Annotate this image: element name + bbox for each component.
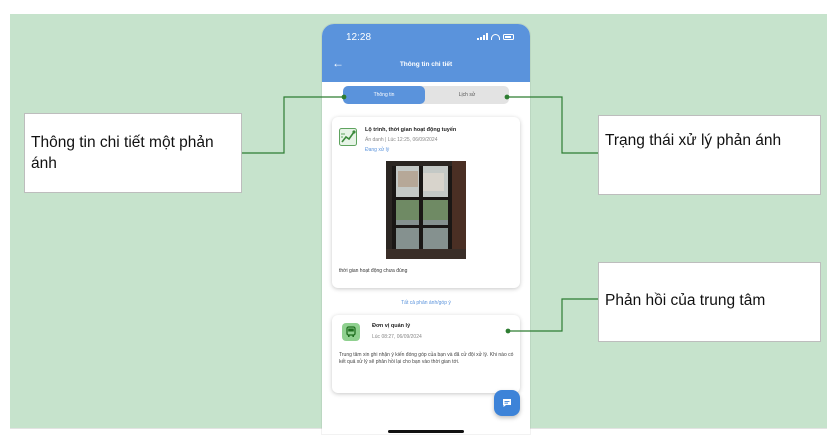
connector-dot — [504, 94, 510, 100]
connector-right-top — [507, 96, 598, 154]
callout-report-detail: Thông tin chi tiết một phản ánh — [24, 113, 242, 193]
callout-connectors — [242, 94, 598, 334]
connector-right-bottom — [508, 298, 598, 332]
callout-center-reply: Phản hồi của trung tâm — [598, 262, 821, 342]
connector-dot — [505, 328, 511, 334]
connector-dot — [341, 94, 347, 100]
connector-left — [242, 96, 344, 154]
callout-processing-status: Trạng thái xử lý phản ánh — [598, 115, 821, 195]
